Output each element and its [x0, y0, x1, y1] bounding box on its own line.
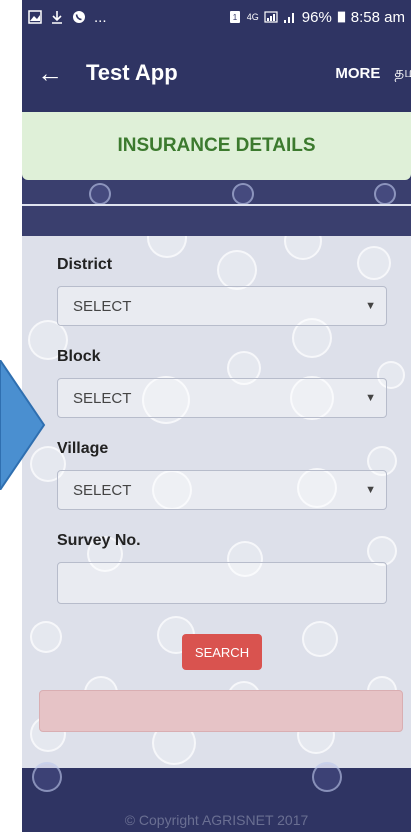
caret-down-icon: ▼: [365, 300, 376, 312]
decor-bubble: [32, 762, 62, 792]
wifi-signal-icon: [264, 11, 278, 23]
strip-divider: [22, 204, 411, 206]
village-selected-value: SELECT: [73, 481, 132, 499]
cell-signal-icon: [283, 13, 294, 23]
back-button[interactable]: ←: [22, 34, 78, 112]
back-arrow-icon: ←: [37, 57, 63, 88]
battery-percent: 96%: [301, 8, 332, 26]
block-select[interactable]: SELECT ▼: [57, 378, 387, 418]
sim-icon: 1: [229, 11, 240, 23]
app-bar: ← Test App MORE தமிழ்: [22, 34, 411, 112]
clock: 8:58 am: [350, 8, 405, 26]
phone-screen: ... 1 4G 96% 8:58 am ← Test App MORE த I…: [22, 0, 411, 832]
caret-down-icon: ▼: [365, 484, 376, 496]
survey-number-input[interactable]: [57, 562, 387, 604]
village-label: Village: [57, 440, 109, 457]
form-panel: District SELECT ▼ Block SELECT ▼ Village…: [22, 236, 411, 768]
decor-bubble: [312, 762, 342, 792]
status-right-icons: 1 4G 96% 8:58 am: [228, 9, 405, 26]
survey-label: Survey No.: [57, 532, 141, 549]
decor-bubble: [232, 183, 254, 205]
decor-bubble: [302, 621, 338, 657]
download-icon: [52, 11, 62, 24]
decor-bubble: [374, 183, 396, 205]
svg-text:1: 1: [233, 13, 238, 22]
battery-icon: [337, 11, 345, 23]
decor-bubble: [89, 183, 111, 205]
caret-down-icon: ▼: [365, 392, 376, 404]
status-left-icons: ...: [28, 9, 107, 26]
call-icon: [73, 11, 85, 23]
result-message-bar: [39, 690, 403, 732]
district-select[interactable]: SELECT ▼: [57, 286, 387, 326]
copyright-text: © Copyright AGRISNET 2017: [124, 812, 309, 828]
app-title: Test App: [86, 60, 178, 85]
status-more: ...: [94, 8, 107, 26]
pattern-strip: [22, 180, 411, 236]
network-type: 4G: [246, 12, 259, 22]
search-button[interactable]: SEARCH: [182, 634, 262, 670]
block-selected-value: SELECT: [73, 389, 132, 407]
insurance-search-form: District SELECT ▼ Block SELECT ▼ Village…: [57, 256, 387, 604]
more-menu-button[interactable]: MORE: [335, 65, 380, 82]
footer: © Copyright AGRISNET 2017: [22, 762, 411, 832]
district-label: District: [57, 256, 113, 273]
language-toggle[interactable]: தமிழ்: [394, 64, 411, 83]
banner-title: INSURANCE DETAILS: [117, 135, 316, 156]
village-select[interactable]: SELECT ▼: [57, 470, 387, 510]
insurance-details-banner: INSURANCE DETAILS: [22, 112, 411, 180]
block-label: Block: [57, 348, 101, 365]
decor-bubble: [147, 236, 187, 258]
district-selected-value: SELECT: [73, 297, 132, 315]
decor-bubble: [30, 621, 62, 653]
status-bar: ... 1 4G 96% 8:58 am: [22, 0, 411, 34]
gallery-icon: [28, 10, 42, 24]
blue-arrow-annotation: [0, 360, 46, 490]
